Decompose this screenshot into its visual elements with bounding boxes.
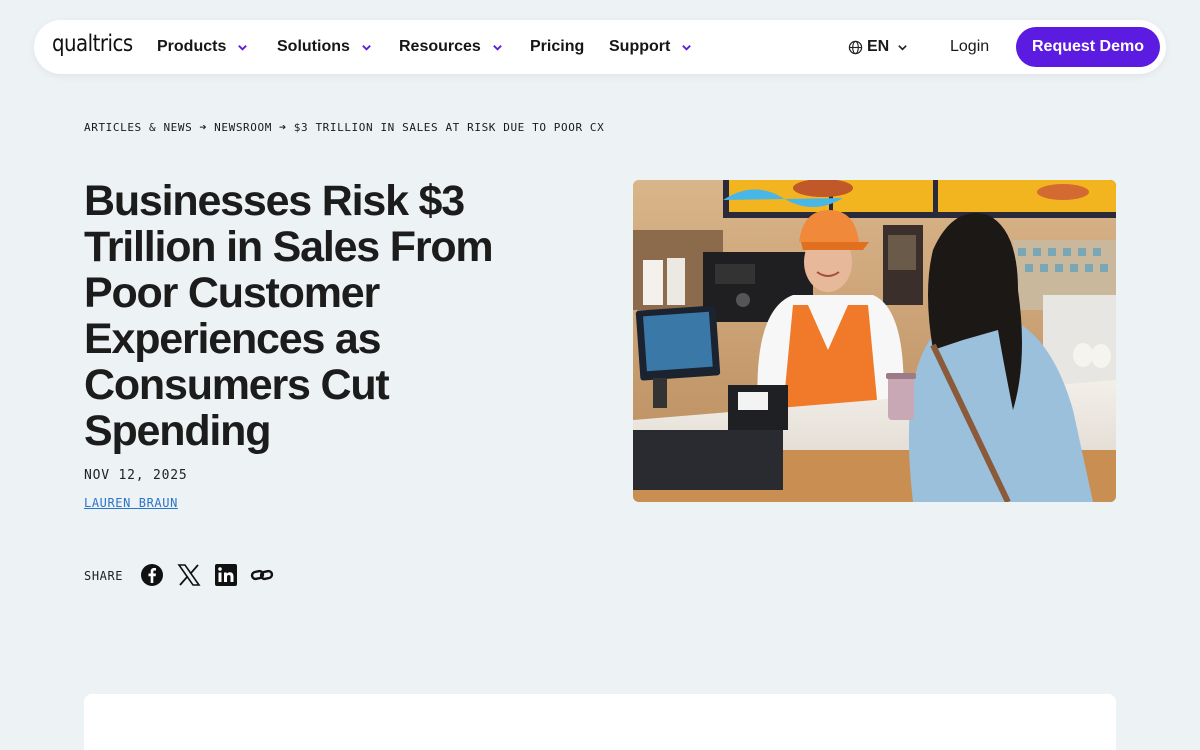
hero-image — [633, 180, 1116, 502]
chevron-down-icon — [898, 44, 907, 51]
nav-products-label: Products — [157, 38, 227, 55]
chevron-down-icon — [362, 44, 371, 51]
nav-solutions[interactable]: Solutions — [277, 20, 372, 74]
nav-support[interactable]: Support — [609, 20, 692, 74]
share-label: SHARE — [84, 569, 124, 583]
breadcrumb-newsroom[interactable]: NEWSROOM — [214, 121, 272, 134]
login-link[interactable]: Login — [950, 20, 989, 74]
breadcrumb-current: $3 TRILLION IN SALES AT RISK DUE TO POOR… — [293, 120, 605, 134]
breadcrumb-arrow-icon: ➔ — [199, 120, 208, 134]
chevron-down-icon — [493, 44, 502, 51]
article-content-card — [84, 694, 1116, 750]
request-demo-button[interactable]: Request Demo — [1016, 27, 1160, 67]
x-icon[interactable] — [177, 563, 201, 587]
globe-icon — [848, 40, 863, 54]
facebook-icon[interactable] — [140, 563, 164, 587]
nav-resources[interactable]: Resources — [399, 20, 503, 74]
nav-solutions-label: Solutions — [277, 38, 350, 55]
nav-products[interactable]: Products — [157, 20, 248, 74]
chevron-down-icon — [238, 44, 248, 51]
nav-resources-label: Resources — [399, 38, 481, 55]
chevron-down-icon — [682, 44, 692, 51]
qualtrics-logo[interactable]: qualtrics — [52, 31, 133, 57]
nav-pricing-label: Pricing — [530, 38, 585, 55]
language-label: EN — [867, 38, 890, 55]
nav-pricing[interactable]: Pricing — [530, 20, 584, 74]
article-author-link[interactable]: LAUREN BRAUN — [84, 496, 178, 510]
breadcrumb: ARTICLES & NEWS ➔ NEWSROOM ➔ $3 TRILLION… — [84, 120, 604, 134]
top-navbar: qualtrics Products Solutions Resources P… — [34, 20, 1166, 74]
linkedin-icon[interactable] — [214, 563, 238, 587]
breadcrumb-articles-news[interactable]: ARTICLES & NEWS — [84, 121, 192, 134]
article-title: Businesses Risk $3 Trillion in Sales Fro… — [84, 177, 494, 455]
cashier-serving-customer-photo — [633, 180, 1116, 502]
link-icon[interactable] — [250, 563, 274, 587]
nav-support-label: Support — [609, 38, 671, 55]
language-selector[interactable]: EN — [848, 20, 908, 74]
breadcrumb-arrow-icon: ➔ — [278, 120, 287, 134]
article-date: NOV 12, 2025 — [84, 468, 188, 483]
